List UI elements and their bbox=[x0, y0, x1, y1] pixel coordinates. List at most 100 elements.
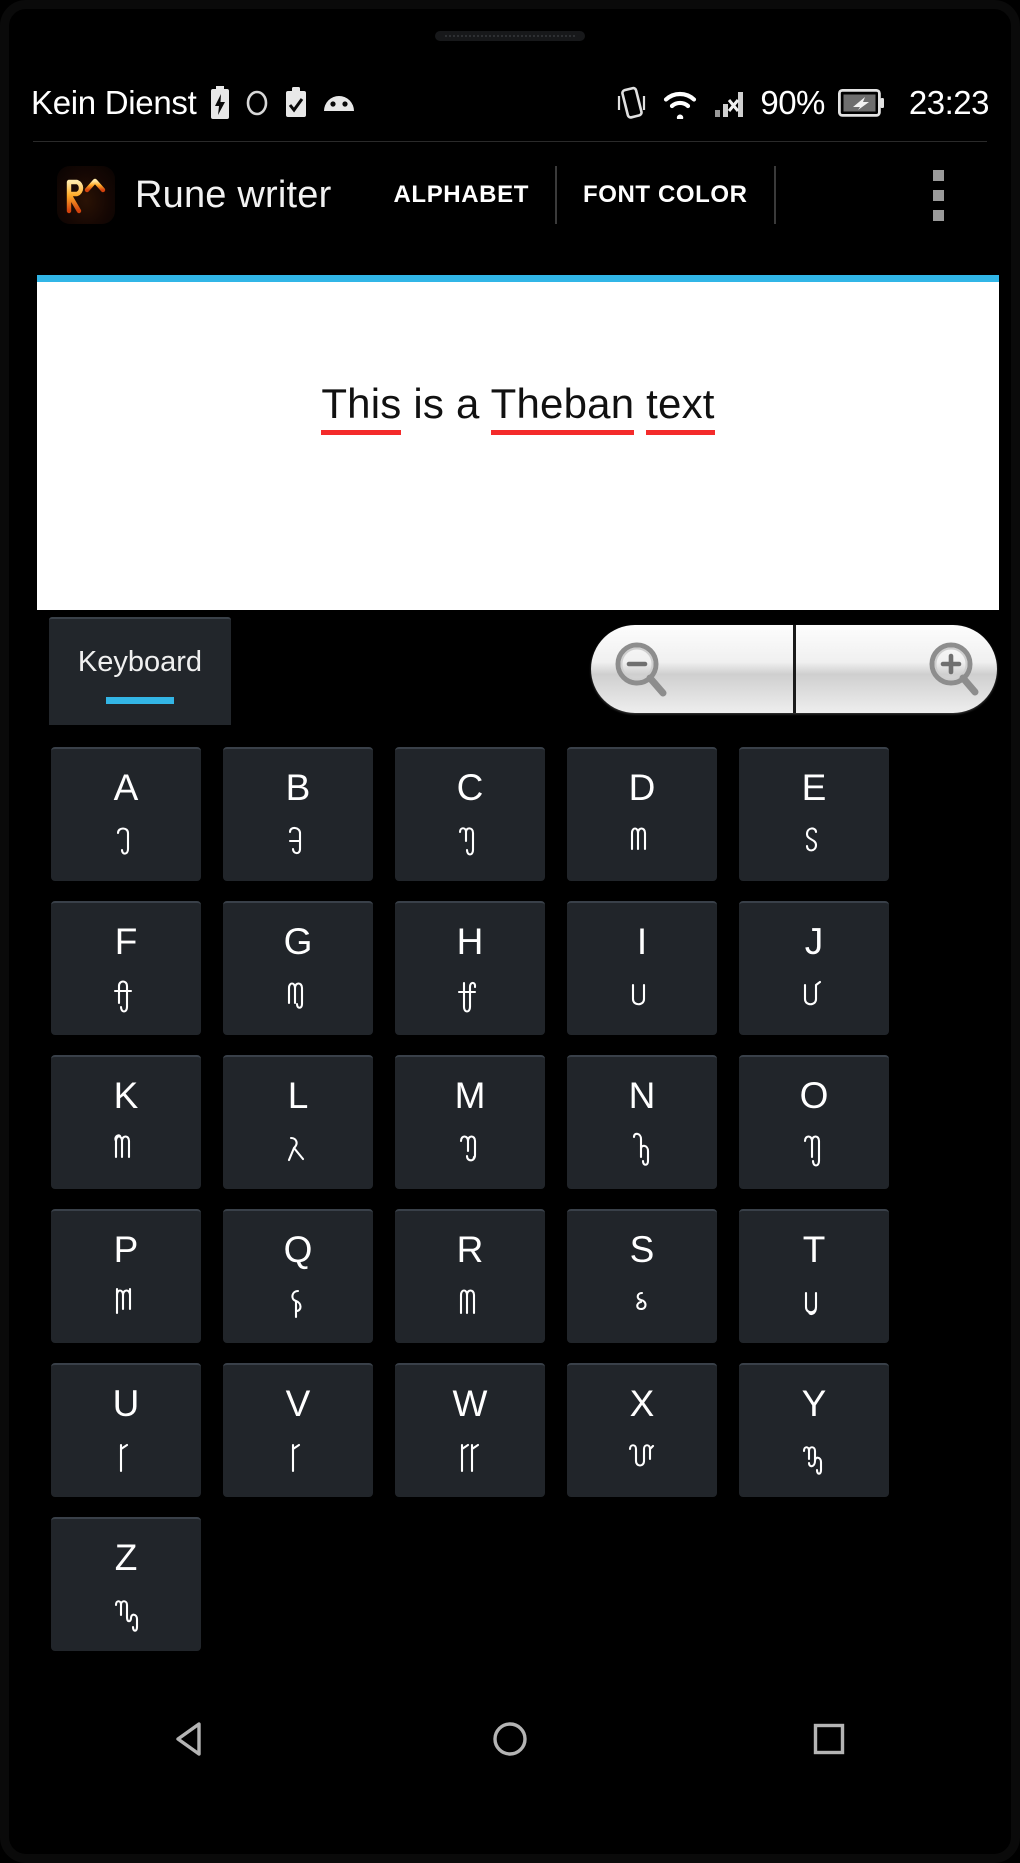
key-y[interactable]: Y bbox=[739, 1363, 889, 1497]
overflow-dot-2 bbox=[932, 189, 944, 201]
overflow-dot-1 bbox=[932, 169, 944, 181]
nav-home-button[interactable] bbox=[450, 1684, 570, 1794]
rune-glyph-k-icon bbox=[114, 1133, 131, 1158]
key-c[interactable]: C bbox=[395, 747, 545, 881]
key-rune-glyph bbox=[622, 820, 662, 866]
zoom-in-button[interactable] bbox=[796, 625, 998, 713]
key-j[interactable]: J bbox=[739, 901, 889, 1035]
key-z[interactable]: Z bbox=[51, 1517, 201, 1651]
rune-glyph-l-icon bbox=[287, 1136, 305, 1161]
key-latin-label: A bbox=[113, 766, 139, 808]
android-head-icon bbox=[324, 96, 355, 111]
key-q[interactable]: Q bbox=[223, 1209, 373, 1343]
key-a[interactable]: A bbox=[51, 747, 201, 881]
overflow-menu-button[interactable] bbox=[915, 164, 961, 226]
rune-glyph-u-icon bbox=[119, 1443, 129, 1472]
key-rune-glyph bbox=[794, 1282, 834, 1328]
key-i[interactable]: I bbox=[567, 901, 717, 1035]
rune-glyph-x-icon bbox=[628, 1443, 655, 1467]
key-rune-glyph bbox=[278, 1282, 318, 1328]
key-s[interactable]: S bbox=[567, 1209, 717, 1343]
key-v[interactable]: V bbox=[223, 1363, 373, 1497]
rune-glyph-h-icon bbox=[457, 981, 477, 1013]
key-e[interactable]: E bbox=[739, 747, 889, 881]
rune-glyph-r-icon bbox=[459, 1288, 476, 1314]
rune-glyph-s-icon bbox=[636, 1291, 647, 1310]
rune-glyph-e-icon bbox=[805, 826, 818, 851]
rune-glyph-n-icon bbox=[632, 1132, 650, 1166]
key-x[interactable]: X bbox=[567, 1363, 717, 1497]
tab-keyboard[interactable]: Keyboard bbox=[49, 617, 231, 725]
editor-content[interactable]: This is a Theban text bbox=[37, 380, 999, 435]
key-latin-label: T bbox=[802, 1228, 826, 1270]
key-k[interactable]: K bbox=[51, 1055, 201, 1189]
rune-glyph-c-icon bbox=[458, 826, 475, 856]
rune-glyph-m-icon bbox=[459, 1134, 477, 1161]
key-d[interactable]: D bbox=[567, 747, 717, 881]
key-n[interactable]: N bbox=[567, 1055, 717, 1189]
tab-and-zoom-row: Keyboard bbox=[37, 617, 999, 725]
status-bar: Kein Dienst 90% 23:23 bbox=[31, 67, 990, 139]
key-latin-label: B bbox=[285, 766, 311, 808]
key-latin-label: J bbox=[804, 920, 824, 962]
key-rune-glyph bbox=[794, 1128, 834, 1174]
status-bar-divider bbox=[33, 141, 987, 142]
key-rune-glyph bbox=[450, 974, 490, 1020]
editor-word-2: is bbox=[413, 380, 445, 427]
rune-glyph-w-icon bbox=[460, 1443, 480, 1472]
clipboard-check-icon bbox=[286, 87, 307, 117]
key-latin-label: Q bbox=[283, 1228, 313, 1270]
key-latin-label: H bbox=[456, 920, 484, 962]
overflow-dot-3 bbox=[932, 209, 944, 221]
key-p[interactable]: P bbox=[51, 1209, 201, 1343]
key-rune-glyph bbox=[450, 1128, 490, 1174]
key-rune-glyph bbox=[794, 1436, 834, 1482]
editor-word-4: Theban bbox=[490, 380, 635, 435]
battery-charging-icon bbox=[211, 86, 230, 119]
key-rune-glyph bbox=[450, 820, 490, 866]
nav-back-button[interactable] bbox=[131, 1684, 251, 1794]
key-latin-label: O bbox=[799, 1074, 829, 1116]
key-rune-glyph bbox=[450, 1282, 490, 1328]
menu-item-alphabet[interactable]: ALPHABET bbox=[368, 164, 555, 226]
android-nav-bar bbox=[31, 1684, 989, 1794]
key-t[interactable]: T bbox=[739, 1209, 889, 1343]
key-o[interactable]: O bbox=[739, 1055, 889, 1189]
rune-glyph-o-icon bbox=[803, 1134, 821, 1167]
clock-label: 23:23 bbox=[908, 84, 990, 121]
key-rune-glyph bbox=[106, 1436, 146, 1482]
key-latin-label: G bbox=[283, 920, 313, 962]
key-r[interactable]: R bbox=[395, 1209, 545, 1343]
rune-glyph-d-icon bbox=[630, 826, 647, 850]
key-rune-glyph bbox=[278, 1128, 318, 1174]
rune-glyph-f-icon bbox=[113, 979, 133, 1013]
key-latin-label: W bbox=[452, 1382, 488, 1424]
key-rune-glyph bbox=[622, 1128, 662, 1174]
key-h[interactable]: H bbox=[395, 901, 545, 1035]
nav-recents-button[interactable] bbox=[769, 1684, 889, 1794]
key-f[interactable]: F bbox=[51, 901, 201, 1035]
zoom-out-button[interactable] bbox=[591, 625, 793, 713]
key-latin-label: C bbox=[456, 766, 484, 808]
key-l[interactable]: L bbox=[223, 1055, 373, 1189]
key-b[interactable]: B bbox=[223, 747, 373, 881]
key-m[interactable]: M bbox=[395, 1055, 545, 1189]
app-logo-icon bbox=[57, 166, 115, 224]
editor-word-1: This bbox=[321, 380, 402, 435]
key-u[interactable]: U bbox=[51, 1363, 201, 1497]
wifi-icon bbox=[664, 91, 697, 119]
text-editor[interactable]: This is a Theban text bbox=[37, 275, 999, 610]
action-bar-menu: ALPHABET FONT COLOR bbox=[366, 164, 776, 226]
circle-icon bbox=[247, 90, 268, 116]
recents-square-icon bbox=[814, 1723, 845, 1755]
key-latin-label: Z bbox=[114, 1536, 138, 1578]
rune-glyph-q-icon bbox=[291, 1289, 302, 1318]
key-g[interactable]: G bbox=[223, 901, 373, 1035]
editor-word-5: text bbox=[646, 380, 715, 435]
action-bar: Rune writer ALPHABET FONT COLOR bbox=[31, 149, 989, 241]
menu-item-font-color[interactable]: FONT COLOR bbox=[557, 164, 774, 226]
key-w[interactable]: W bbox=[395, 1363, 545, 1497]
key-rune-glyph bbox=[278, 820, 318, 866]
key-rune-glyph bbox=[278, 974, 318, 1020]
editor-word-3: a bbox=[455, 380, 480, 427]
